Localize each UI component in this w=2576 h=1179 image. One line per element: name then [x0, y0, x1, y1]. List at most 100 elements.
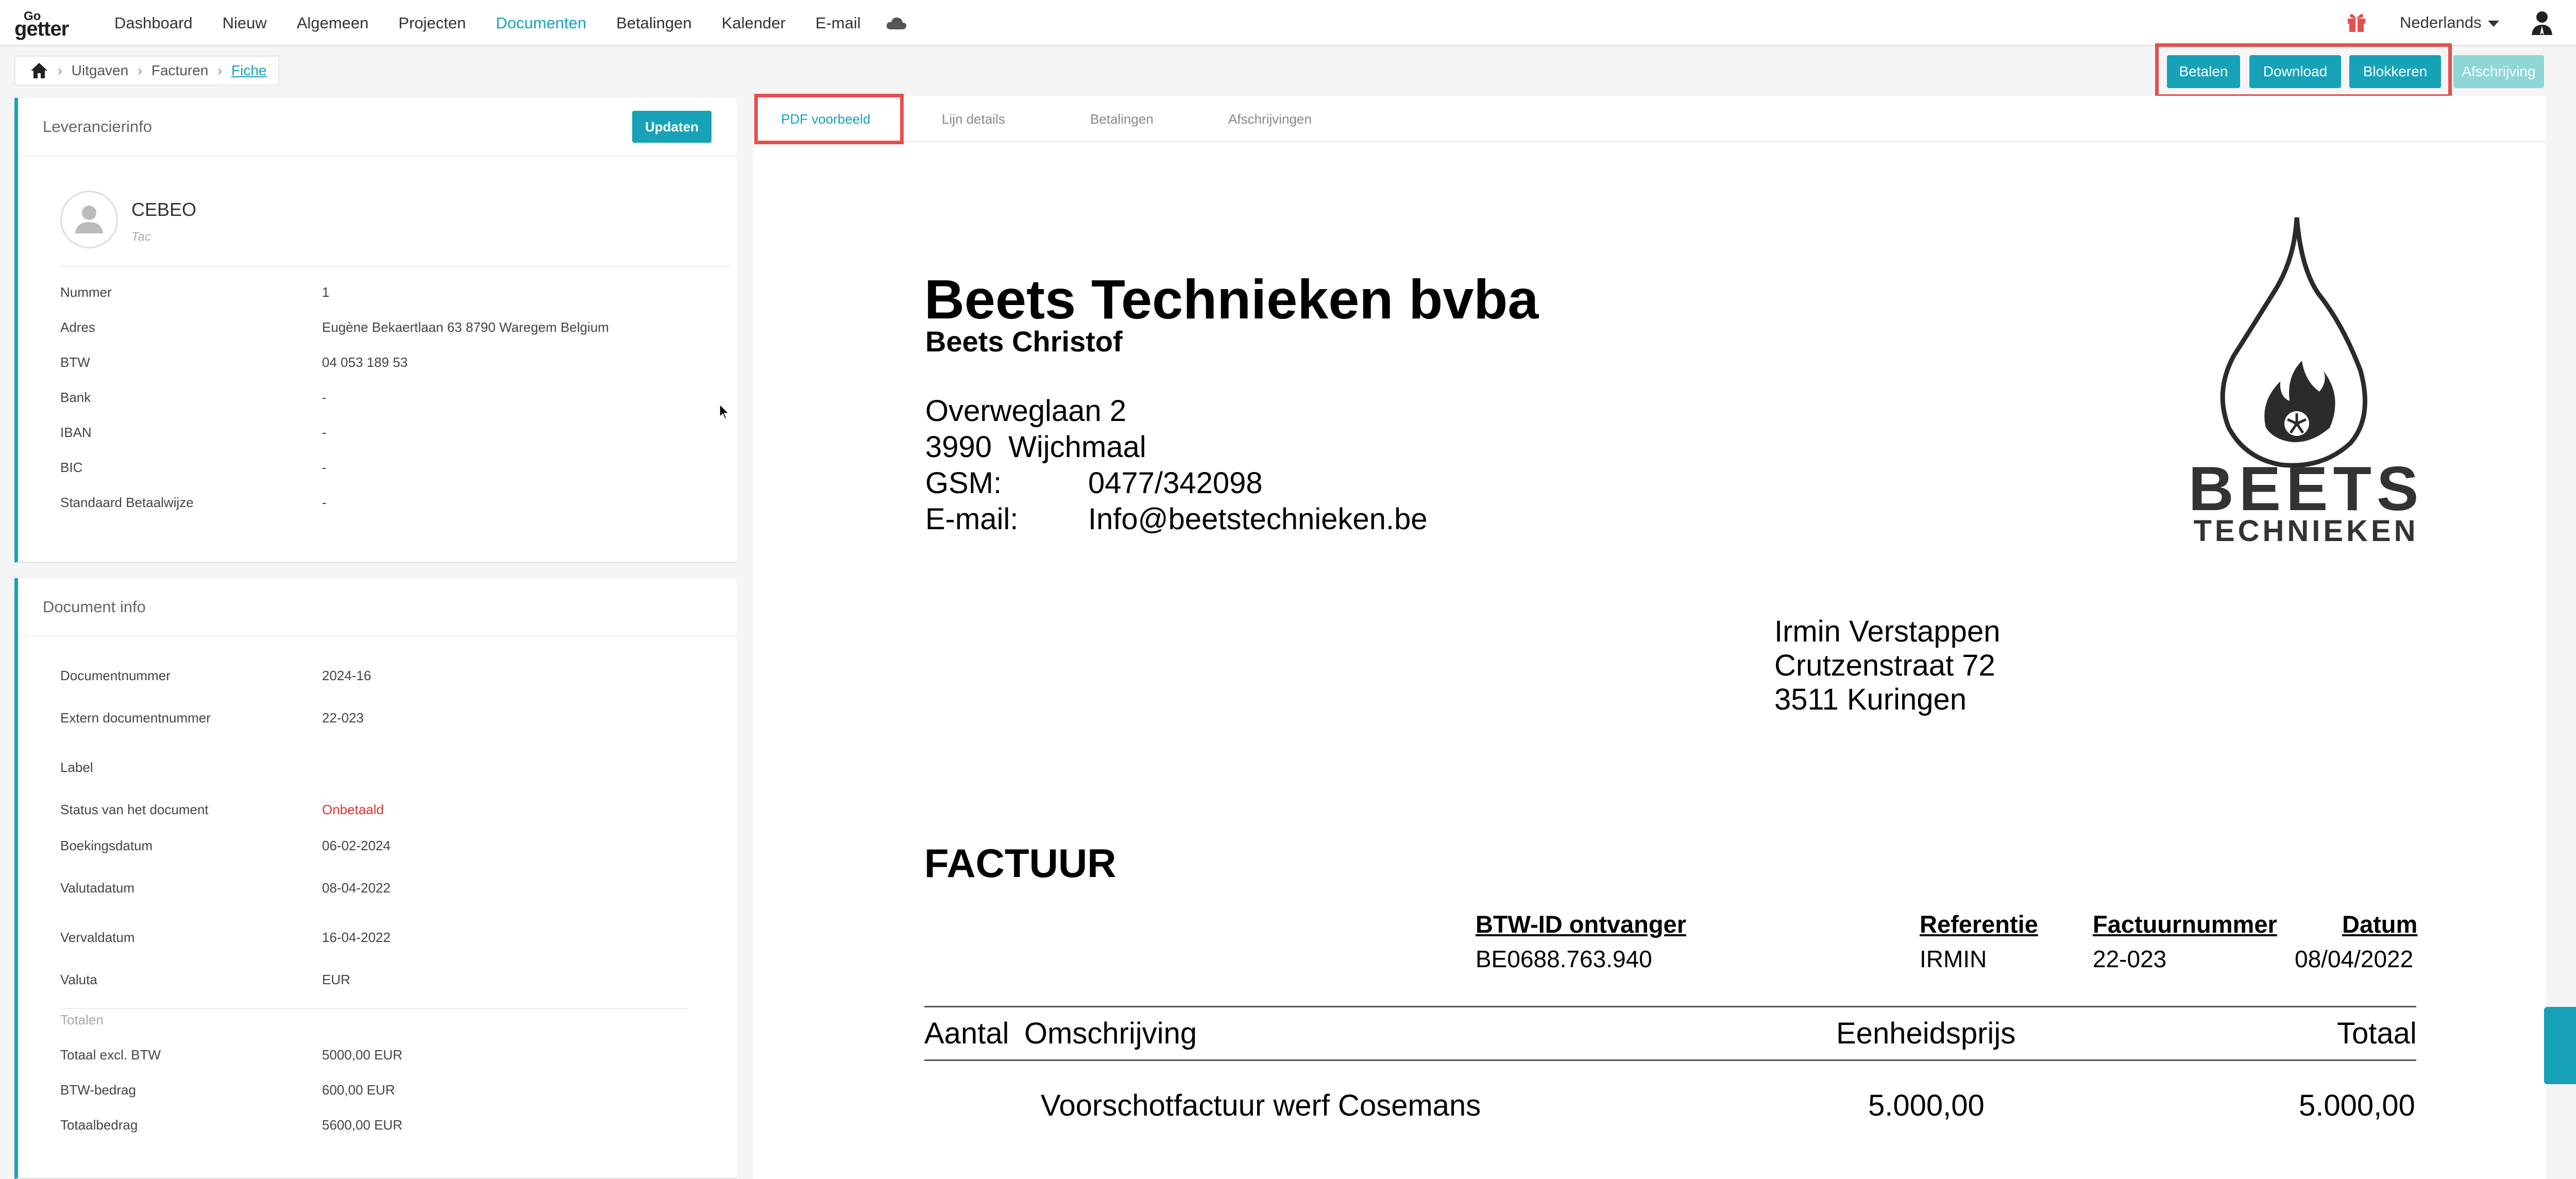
totals-label: Totalen [60, 1012, 104, 1028]
meta-header-factuurnummer: Factuurnummer [2093, 911, 2277, 938]
line-unit-price: 5.000,00 [1868, 1089, 1985, 1122]
field-label: Vervaldatum [60, 930, 135, 945]
field-label: Valuta [60, 972, 97, 987]
flame-drop-icon: BEETS TECHNIEKEN [2189, 217, 2424, 548]
meta-value-datum: 08/04/2022 [2295, 946, 2414, 972]
recipient-city: 3511 Kuringen [1774, 683, 1967, 716]
meta-value-btw: BE0688.763.940 [1476, 946, 1652, 972]
tab-betalingen[interactable]: Betalingen [1090, 111, 1154, 127]
panel-title: Document info [43, 598, 146, 616]
panel-header: Leverancierinfo Updaten [18, 98, 737, 157]
language-selector[interactable]: Nederlands [2400, 13, 2499, 32]
nav-projecten[interactable]: Projecten [398, 14, 466, 32]
field-label: Extern documentnummer [60, 710, 211, 726]
field-label: Standaard Betaalwijze [60, 495, 194, 510]
table-header-rule [924, 1059, 2416, 1061]
email-label: E-mail: [925, 502, 1019, 536]
col-header-totaal: Totaal [2337, 1017, 2417, 1050]
supplier-name: CEBEO [131, 199, 197, 220]
cloud-icon[interactable] [886, 16, 907, 30]
betalen-button[interactable]: Betalen [2167, 55, 2240, 88]
meta-header-datum: Datum [2342, 911, 2418, 938]
user-icon[interactable] [2530, 9, 2554, 36]
field-label: BIC [60, 460, 83, 475]
feedback-tab[interactable]: Feedback [2544, 1007, 2576, 1084]
gogetter-logo[interactable]: Go getter [14, 9, 87, 40]
line-total: 5.000,00 [2299, 1089, 2415, 1122]
breadcrumb: › Uitgaven › Facturen › Fiche [14, 56, 279, 86]
col-header-aantal: Aantal [924, 1017, 1009, 1050]
line-description: Voorschotfactuur werf Cosemans [1041, 1089, 1481, 1122]
field-value: 5000,00 EUR [322, 1047, 403, 1063]
field-value: 08-04-2022 [322, 880, 391, 896]
field-value: 16-04-2022 [322, 930, 391, 945]
field-value: - [322, 390, 327, 405]
nav-nieuw[interactable]: Nieuw [223, 14, 267, 32]
breadcrumb-fiche[interactable]: Fiche [231, 62, 266, 79]
document-type-title: FACTUUR [924, 840, 1116, 886]
gsm-label: GSM: [925, 466, 1002, 500]
field-value: - [322, 425, 327, 440]
nav-kalender[interactable]: Kalender [722, 14, 786, 32]
field-value: 2024-16 [322, 668, 371, 683]
nav-dashboard[interactable]: Dashboard [114, 14, 193, 32]
document-preview: PDF voorbeeld Lijn details Betalingen Af… [753, 94, 2546, 1179]
field-label: Totaalbedrag [60, 1117, 138, 1133]
meta-header-referentie: Referentie [1920, 911, 2038, 938]
chevron-right-icon: › [217, 62, 223, 78]
chevron-right-icon: › [138, 62, 142, 78]
tags-field[interactable]: Tac [131, 230, 151, 244]
field-value: - [322, 495, 327, 510]
email-address: Info@beetstechnieken.be [1088, 502, 1428, 536]
field-value: 1 [322, 284, 330, 300]
panel-title: Leverancierinfo [43, 117, 152, 136]
update-button[interactable]: Updaten [632, 111, 711, 143]
download-button[interactable]: Download [2249, 55, 2341, 88]
gsm-number: 0477/342098 [1088, 466, 1263, 500]
table-top-rule [924, 1006, 2416, 1007]
language-label: Nederlands [2400, 13, 2482, 31]
chevron-right-icon: › [58, 62, 62, 78]
field-label: BTW [60, 355, 90, 370]
field-value: 22-023 [322, 710, 364, 726]
recipient-street: Crutzenstraat 72 [1774, 649, 1995, 682]
afschrijving-button[interactable]: Afschrijving [2453, 55, 2544, 88]
col-header-eenheidsprijs: Eenheidsprijs [1836, 1017, 2016, 1050]
status-badge: Onbetaald [322, 802, 384, 817]
divider [60, 266, 730, 267]
field-label: Documentnummer [60, 668, 171, 683]
tab-afschrijvingen[interactable]: Afschrijvingen [1228, 111, 1312, 127]
field-label: Nummer [60, 284, 112, 300]
tab-pdf-voorbeeld[interactable]: PDF voorbeeld [781, 111, 870, 127]
panel-header: Document info [18, 578, 737, 637]
field-label: BTW-bedrag [60, 1082, 136, 1098]
chevron-down-icon [2487, 20, 2499, 27]
nav-email[interactable]: E-mail [816, 14, 861, 32]
tab-bar: PDF voorbeeld Lijn details Betalingen Af… [753, 94, 2546, 144]
breadcrumb-facturen[interactable]: Facturen [151, 62, 209, 79]
nav-betalingen[interactable]: Betalingen [616, 14, 692, 32]
blokkeren-button[interactable]: Blokkeren [2349, 55, 2441, 88]
recipient-name: Irmin Verstappen [1774, 615, 2001, 648]
logo-word-text: BEETS [2189, 453, 2424, 524]
nav-algemeen[interactable]: Algemeen [297, 14, 369, 32]
field-label: Bank [60, 390, 91, 405]
field-label: Status van het document [60, 802, 209, 817]
invoice-owner: Beets Christof [925, 325, 1123, 358]
meta-header-btw: BTW-ID ontvanger [1476, 911, 1686, 938]
field-value: 5600,00 EUR [322, 1117, 403, 1133]
field-label: IBAN [60, 425, 92, 440]
nav-documenten[interactable]: Documenten [496, 14, 586, 32]
field-value: 06-02-2024 [322, 838, 391, 853]
document-info-panel: Document info Documentnummer 2024-16 Ext… [14, 578, 737, 1179]
tab-lijn-details[interactable]: Lijn details [942, 111, 1005, 127]
field-label: Totaal excl. BTW [60, 1047, 161, 1063]
meta-value-referentie: IRMIN [1920, 946, 1987, 972]
field-value: - [322, 460, 327, 475]
user-silhouette-icon [75, 206, 103, 233]
field-value: 600,00 EUR [322, 1082, 395, 1098]
supplier-info-panel: Leverancierinfo Updaten CEBEO Tac Nummer… [14, 98, 737, 563]
breadcrumb-uitgaven[interactable]: Uitgaven [72, 62, 129, 79]
home-icon[interactable] [30, 62, 48, 79]
gift-icon[interactable] [2346, 10, 2367, 33]
